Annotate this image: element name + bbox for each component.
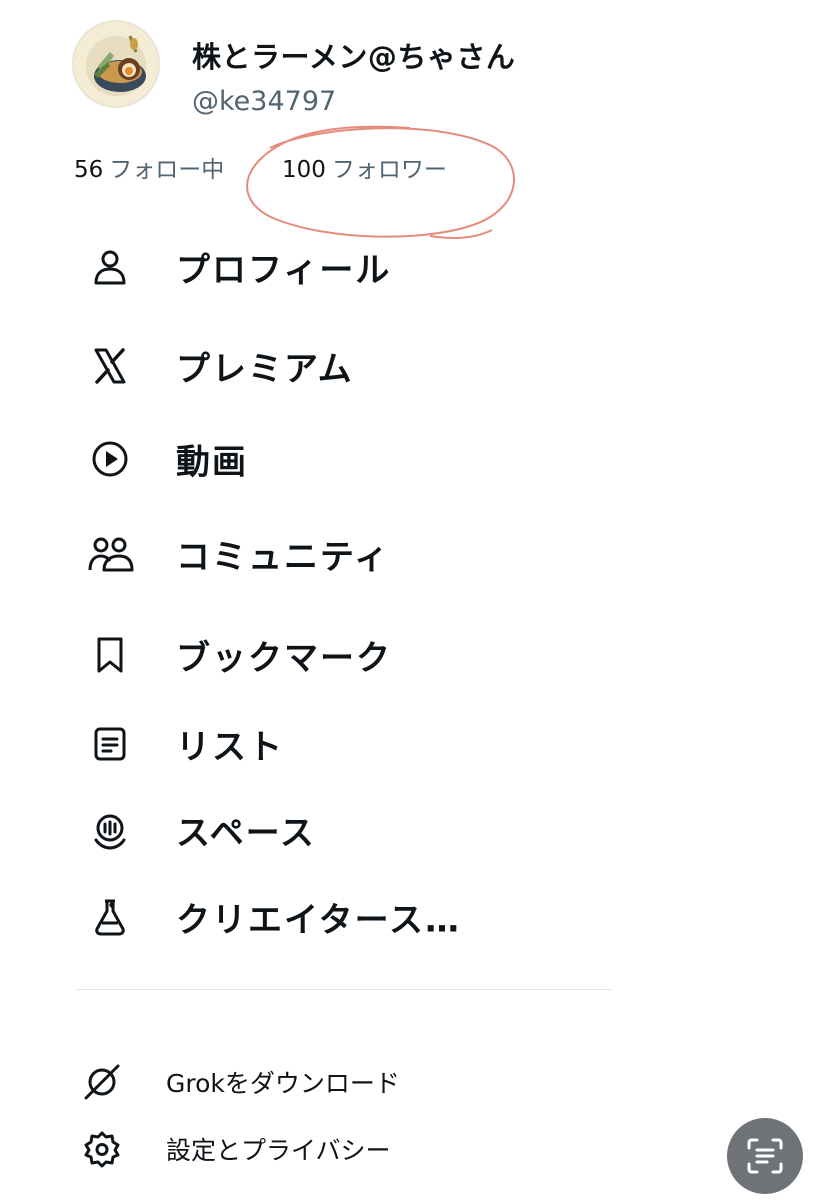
gear-icon — [80, 1129, 124, 1169]
menu-label-creator-studio: クリエイタース… — [176, 900, 461, 941]
x-logo-icon — [80, 344, 140, 388]
menu-item-download-grok[interactable]: Grokをダウンロード — [80, 1057, 580, 1107]
display-name[interactable]: 株とラーメン@ちゃさん — [192, 34, 515, 76]
menu-item-settings-privacy[interactable]: 設定とプライバシー — [80, 1124, 580, 1174]
flask-icon — [80, 895, 140, 939]
user-handle: @ke34797 — [192, 86, 337, 117]
menu-label-bookmarks: ブックマーク — [176, 638, 392, 679]
menu-label-communities: コミュニティ — [176, 537, 390, 578]
menu-label-video: 動画 — [176, 442, 248, 483]
menu-item-spaces[interactable]: スペース — [80, 800, 620, 860]
menu-item-profile[interactable]: プロフィール — [80, 237, 620, 297]
followers-count: 100 — [282, 157, 326, 183]
menu-label-spaces: スペース — [176, 813, 316, 854]
spaces-icon — [80, 808, 140, 852]
menu-item-communities[interactable]: コミュニティ — [80, 524, 620, 584]
bookmark-icon — [80, 633, 140, 677]
following-count: 56 — [74, 157, 104, 183]
text-scan-button[interactable] — [727, 1118, 803, 1194]
text-scan-icon — [747, 1138, 783, 1174]
menu-label-settings-privacy: 設定とプライバシー — [166, 1136, 391, 1165]
menu-label-profile: プロフィール — [176, 250, 392, 291]
grok-icon — [80, 1062, 124, 1102]
menu-item-video[interactable]: 動画 — [80, 429, 620, 489]
menu-label-lists: リスト — [176, 727, 284, 768]
menu-label-download-grok: Grokをダウンロード — [166, 1069, 400, 1098]
list-icon — [80, 722, 140, 766]
menu-item-lists[interactable]: リスト — [80, 714, 620, 774]
people-icon — [80, 532, 140, 576]
play-circle-icon — [80, 437, 140, 481]
menu-item-creator-studio[interactable]: クリエイタース… — [80, 887, 620, 947]
followers-label: フォロワー — [331, 157, 447, 183]
following-link[interactable]: 56 フォロー中 — [74, 150, 224, 184]
person-icon — [80, 245, 140, 289]
menu-divider — [76, 989, 612, 990]
menu-item-bookmarks[interactable]: ブックマーク — [80, 625, 620, 685]
following-label: フォロー中 — [109, 157, 225, 183]
menu-item-premium[interactable]: プレミアム — [80, 336, 620, 396]
menu-label-premium: プレミアム — [176, 349, 354, 390]
avatar[interactable] — [72, 20, 160, 108]
avatar-ramen-illustration — [74, 22, 158, 106]
followers-link[interactable]: 100 フォロワー — [282, 150, 447, 184]
